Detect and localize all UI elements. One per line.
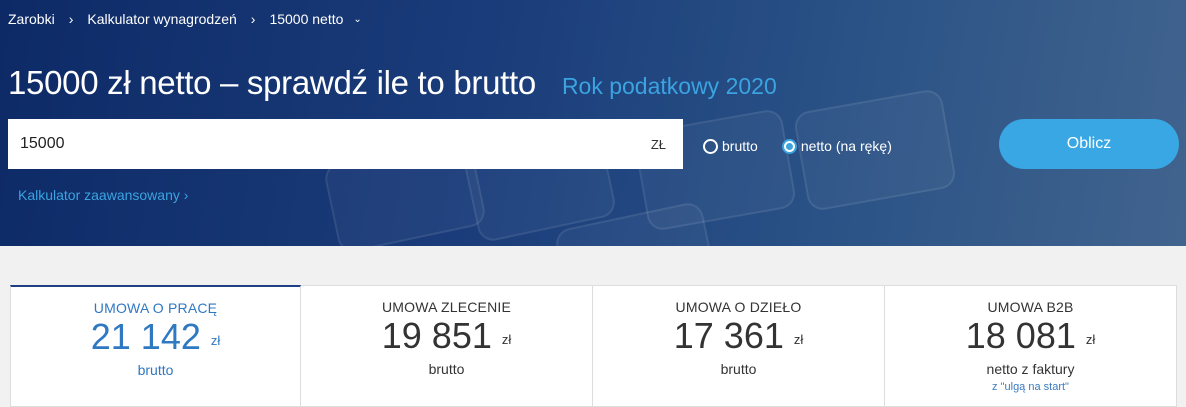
card-amount-value: 18 081 — [965, 315, 1076, 356]
card-amount-value: 21 142 — [90, 316, 201, 357]
amount-input[interactable] — [8, 135, 651, 153]
results-tabs: UMOWA O PRACĘ 21 142 zł brutto UMOWA ZLEC… — [10, 285, 1177, 407]
card-amount: 21 142 zł — [11, 318, 300, 360]
result-card-umowa-o-prace[interactable]: UMOWA O PRACĘ 21 142 zł brutto — [10, 285, 301, 407]
result-card-umowa-b2b[interactable]: UMOWA B2B 18 081 zł netto z faktury z "ul… — [885, 285, 1177, 407]
breadcrumb-item-current[interactable]: 15000 netto — [269, 11, 343, 27]
card-amount-value: 19 851 — [381, 315, 492, 356]
card-amount-unit: zł — [793, 332, 804, 347]
breadcrumb-item-kalkulator[interactable]: Kalkulator wynagrodzeń — [87, 11, 236, 27]
radio-brutto[interactable]: brutto — [703, 138, 758, 154]
amount-field[interactable]: ZŁ — [8, 119, 683, 169]
page-title: 15000 zł netto – sprawdź ile to brutto — [8, 64, 536, 101]
calculate-button[interactable]: Oblicz — [999, 119, 1179, 169]
card-sublabel: brutto — [720, 361, 757, 377]
radio-brutto-label: brutto — [722, 138, 758, 154]
card-sublabel: netto z faktury — [986, 361, 1075, 377]
chevron-right-icon: › — [68, 11, 74, 27]
amount-type-radio-group: brutto netto (na rękę) — [703, 138, 916, 154]
card-sublabel: brutto — [137, 362, 174, 378]
radio-checked-icon[interactable] — [781, 138, 797, 154]
card-amount-unit: zł — [210, 333, 221, 348]
card-sublabel: brutto — [428, 361, 465, 377]
card-amount-value: 17 361 — [673, 315, 784, 356]
card-amount: 19 851 zł — [301, 317, 592, 359]
card-label: UMOWA O DZIEŁO — [675, 299, 802, 315]
card-label: UMOWA B2B — [987, 299, 1074, 315]
breadcrumb-item-zarobki[interactable]: Zarobki — [8, 11, 55, 27]
result-card-umowa-zlecenie[interactable]: UMOWA ZLECENIE 19 851 zł brutto — [301, 285, 593, 407]
card-note: z "ulgą na start" — [992, 381, 1069, 393]
currency-label: ZŁ — [650, 136, 666, 152]
result-card-umowa-o-dzielo[interactable]: UMOWA O DZIEŁO 17 361 zł brutto — [593, 285, 885, 407]
tax-year-label: Rok podatkowy 2020 — [561, 73, 777, 99]
radio-netto-label: netto (na rękę) — [800, 138, 892, 154]
card-label: UMOWA ZLECENIE — [381, 299, 512, 315]
chevron-right-icon: › — [250, 11, 256, 27]
hero-banner: Zarobki › Kalkulator wynagrodzeń › 15000… — [0, 0, 1186, 246]
card-amount: 18 081 zł — [885, 317, 1176, 359]
card-label: UMOWA O PRACĘ — [93, 300, 218, 316]
card-amount: 17 361 zł — [593, 317, 884, 359]
radio-unchecked-icon[interactable] — [703, 138, 718, 154]
chevron-down-icon[interactable]: ⌄ — [353, 14, 361, 25]
advanced-calculator-link[interactable]: Kalkulator zaawansowany › — [18, 187, 188, 203]
radio-netto[interactable]: netto (na rękę) — [781, 138, 892, 154]
card-amount-unit: zł — [1085, 332, 1096, 347]
title-row: 15000 zł netto – sprawdź ile to brutto R… — [8, 64, 777, 102]
breadcrumb: Zarobki › Kalkulator wynagrodzeń › 15000… — [8, 11, 362, 27]
card-amount-unit: zł — [501, 332, 512, 347]
